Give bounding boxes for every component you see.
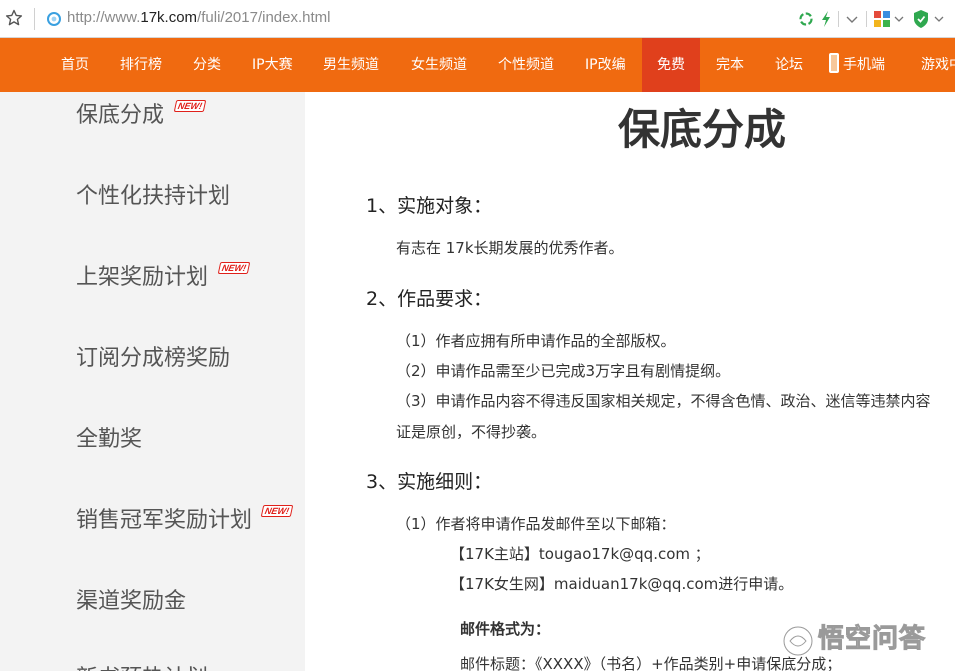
sidebar-item-attendance-award[interactable]: 全勤奖 <box>76 421 142 453</box>
sidebar-item-subscription-ranking[interactable]: 订阅分成榜奖励 <box>76 340 230 372</box>
sidebar-item-new-book-warmup[interactable]: 新书预热计划 <box>76 660 208 671</box>
sidebar: 保底分成 NEW! 个性化扶持计划 上架奖励计划 NEW! 订阅分成榜奖励 全勤… <box>0 92 305 671</box>
requirement-item: （2）申请作品需至少已完成3万字且有剧情提纲。 <box>396 362 731 380</box>
security-chevron-icon[interactable] <box>934 9 944 29</box>
toolbar-divider <box>838 11 839 27</box>
nav-mobile-label: 手机端 <box>843 57 885 73</box>
nav-home[interactable]: 首页 <box>61 38 89 92</box>
nav-completed[interactable]: 完本 <box>716 38 744 92</box>
rule-item: （1）作者将申请作品发邮件至以下邮箱： <box>396 515 676 533</box>
url-path: /fuli/2017/index.html <box>197 9 331 26</box>
sidebar-item-listing-reward[interactable]: 上架奖励计划 <box>76 259 208 291</box>
toolbar-divider-2 <box>866 11 867 27</box>
sidebar-item-sales-champion[interactable]: 销售冠军奖励计划 <box>76 502 252 534</box>
address-divider <box>34 8 35 30</box>
nav-personal-channel[interactable]: 个性频道 <box>498 38 554 92</box>
new-badge: NEW! <box>217 262 251 274</box>
section-heading-requirements: 2、作品要求： <box>366 288 493 310</box>
bookmark-star-icon[interactable] <box>4 8 24 28</box>
requirement-item: （1）作者应拥有所申请作品的全部版权。 <box>396 332 676 350</box>
apps-chevron-icon[interactable] <box>894 9 904 29</box>
section-text-target: 有志在 17k长期发展的优秀作者。 <box>396 239 624 257</box>
sidebar-item-personal-support[interactable]: 个性化扶持计划 <box>76 178 230 210</box>
nav-mobile[interactable]: 手机端 <box>829 38 885 92</box>
requirement-item: （3）申请作品内容不得违反国家相关规定，不得含色情、政治、迷信等违禁内容 <box>396 392 931 410</box>
email-main-site: 【17K主站】tougao17k@qq.com ； <box>450 545 710 563</box>
address-bar: http://www.17k.com/fuli/2017/index.html <box>0 0 955 38</box>
site-loading-icon <box>47 12 61 26</box>
nav-ip-adaptation[interactable]: IP改编 <box>585 38 626 92</box>
page-title: 保底分成 <box>618 105 787 154</box>
nav-forum[interactable]: 论坛 <box>775 38 803 92</box>
nav-ip-contest[interactable]: IP大赛 <box>252 38 293 92</box>
nav-female-channel[interactable]: 女生频道 <box>411 38 467 92</box>
nav-categories[interactable]: 分类 <box>193 38 221 92</box>
url-prefix: http://www. <box>67 9 141 26</box>
site-nav: 首页 排行榜 分类 IP大赛 男生频道 女生频道 个性频道 IP改编 免费 完本… <box>0 38 955 92</box>
lightning-icon[interactable] <box>819 9 833 29</box>
url-input[interactable]: http://www.17k.com/fuli/2017/index.html <box>67 9 330 26</box>
nav-games[interactable]: 游戏中 <box>921 38 955 92</box>
new-badge: NEW! <box>260 505 294 517</box>
nav-male-channel[interactable]: 男生频道 <box>323 38 379 92</box>
requirement-item-continued: 证是原创，不得抄袭。 <box>396 423 547 441</box>
phone-icon <box>829 53 839 73</box>
security-shield-icon[interactable] <box>912 9 930 29</box>
nav-rankings[interactable]: 排行榜 <box>120 38 162 92</box>
new-badge: NEW! <box>173 100 207 112</box>
url-host: 17k.com <box>140 9 198 26</box>
dropdown-chevron-icon[interactable] <box>845 9 859 29</box>
watermark-text: 悟空问答 <box>817 624 927 655</box>
main-content: 保底分成 1、实施对象： 有志在 17k长期发展的优秀作者。 2、作品要求： （… <box>305 92 955 671</box>
sidebar-item-channel-bonus[interactable]: 渠道奖励金 <box>76 583 186 615</box>
section-heading-target: 1、实施对象： <box>366 195 493 217</box>
apps-grid-icon[interactable] <box>873 9 891 29</box>
email-female-site: 【17K女生网】maiduan17k@qq.com进行申请。 <box>450 575 794 593</box>
refresh-icon[interactable] <box>798 9 814 29</box>
section-heading-rules: 3、实施细则： <box>366 471 493 493</box>
nav-free[interactable]: 免费 <box>642 38 700 92</box>
sidebar-item-guaranteed-share[interactable]: 保底分成 <box>76 97 164 129</box>
email-format-label: 邮件格式为： <box>460 620 551 638</box>
